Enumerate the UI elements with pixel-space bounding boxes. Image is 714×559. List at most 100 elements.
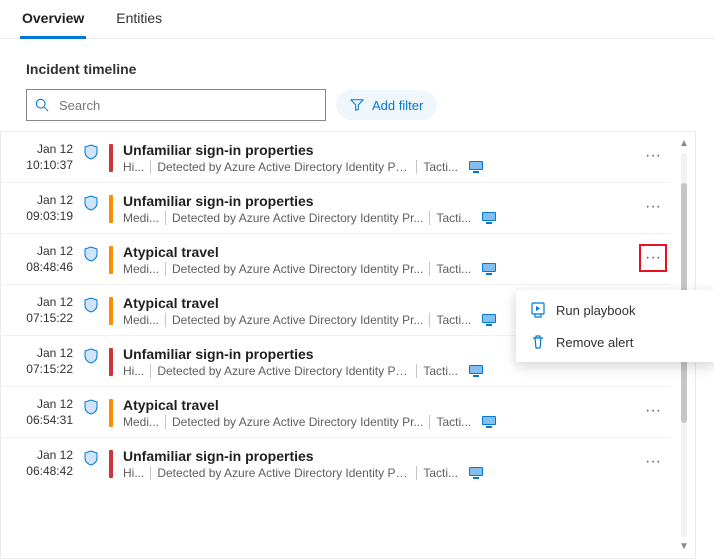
time-label: 08:48:46 [1, 260, 73, 276]
alert-content: Unfamiliar sign-in properties Hi... Detect… [123, 448, 639, 480]
tactics-label: Tacti... [416, 160, 458, 174]
alert-content: Atypical travel Medi... Detected by Azure … [123, 244, 639, 276]
tactics-label: Tacti... [416, 364, 458, 378]
timeline-row[interactable]: Jan 12 08:48:46 Atypical travel Medi... Dete… [1, 233, 671, 284]
tactics-label: Tacti... [429, 415, 471, 429]
tactics-label: Tacti... [416, 466, 458, 480]
add-filter-button[interactable]: Add filter [336, 90, 437, 120]
detected-by-label: Detected by Azure Active Directory Ident… [165, 415, 423, 429]
detected-by-label: Detected by Azure Active Directory Ident… [150, 364, 410, 378]
more-actions-icon[interactable]: ··· [639, 244, 667, 272]
scroll-down-icon[interactable]: ▼ [679, 541, 689, 552]
detected-by-label: Detected by Azure Active Directory Ident… [165, 313, 423, 327]
timestamp: Jan 12 10:10:37 [1, 142, 79, 173]
tactics-label: Tacti... [429, 211, 471, 225]
more-actions-icon[interactable]: ··· [639, 448, 667, 476]
alert-title[interactable]: Unfamiliar sign-in properties [123, 193, 639, 209]
shield-icon [79, 448, 103, 466]
time-label: 06:48:42 [1, 464, 73, 480]
severity-label: Hi... [123, 364, 144, 378]
alert-content: Unfamiliar sign-in properties Hi... Detect… [123, 142, 639, 174]
monitor-icon [477, 415, 497, 429]
filter-icon [350, 98, 364, 112]
alert-content: Atypical travel Medi... Detected by Azure … [123, 397, 639, 429]
severity-label: Medi... [123, 262, 159, 276]
detected-by-label: Detected by Azure Active Directory Ident… [165, 211, 423, 225]
timestamp: Jan 12 08:48:46 [1, 244, 79, 275]
detected-by-label: Detected by Azure Active Directory Ident… [150, 160, 410, 174]
monitor-icon [477, 313, 497, 327]
monitor-icon [477, 262, 497, 276]
monitor-icon [464, 466, 484, 480]
search-box[interactable] [26, 89, 326, 121]
date-label: Jan 12 [37, 295, 73, 309]
date-label: Jan 12 [37, 244, 73, 258]
search-input[interactable] [57, 97, 317, 114]
date-label: Jan 12 [37, 346, 73, 360]
timestamp: Jan 12 06:54:31 [1, 397, 79, 428]
more-actions-icon[interactable]: ··· [639, 142, 667, 170]
severity-label: Hi... [123, 466, 144, 480]
alert-title[interactable]: Atypical travel [123, 244, 639, 260]
alert-title[interactable]: Unfamiliar sign-in properties [123, 142, 639, 158]
alert-context-menu: Run playbook Remove alert [516, 290, 714, 362]
time-label: 10:10:37 [1, 158, 73, 174]
severity-bar [109, 297, 113, 325]
remove-alert-label: Remove alert [556, 335, 633, 350]
tactics-label: Tacti... [429, 262, 471, 276]
detected-by-label: Detected by Azure Active Directory Ident… [165, 262, 423, 276]
remove-alert-item[interactable]: Remove alert [516, 326, 714, 358]
page-title: Incident timeline [0, 39, 714, 89]
alert-title[interactable]: Unfamiliar sign-in properties [123, 448, 639, 464]
date-label: Jan 12 [37, 142, 73, 156]
severity-bar [109, 195, 113, 223]
tab-overview[interactable]: Overview [20, 10, 86, 39]
run-playbook-item[interactable]: Run playbook [516, 294, 714, 326]
shield-icon [79, 346, 103, 364]
timestamp: Jan 12 07:15:22 [1, 346, 79, 377]
shield-icon [79, 295, 103, 313]
shield-icon [79, 397, 103, 415]
alert-title[interactable]: Atypical travel [123, 397, 639, 413]
severity-bar [109, 246, 113, 274]
timeline-row[interactable]: Jan 1209:03:19 Unfamiliar sign-in propert… [1, 182, 671, 233]
add-filter-label: Add filter [372, 98, 423, 113]
alert-content: Unfamiliar sign-in properties Medi... Dete… [123, 193, 639, 225]
monitor-icon [477, 211, 497, 225]
more-actions-icon[interactable]: ··· [639, 193, 667, 221]
playbook-icon [530, 302, 546, 318]
timeline-row[interactable]: Jan 12 10:10:37 Unfamiliar sign-in propert… [1, 132, 671, 182]
tab-bar: Overview Entities [0, 0, 714, 39]
severity-label: Medi... [123, 313, 159, 327]
timestamp: Jan 1209:03:19 [1, 193, 79, 224]
tactics-label: Tacti... [429, 313, 471, 327]
more-actions-icon[interactable]: ··· [639, 397, 667, 425]
timestamp: Jan 12 06:48:42 [1, 448, 79, 479]
severity-bar [109, 399, 113, 427]
severity-bar [109, 348, 113, 376]
timestamp: Jan 12 07:15:22 [1, 295, 79, 326]
monitor-icon [464, 160, 484, 174]
monitor-icon [464, 364, 484, 378]
time-label: 06:54:31 [1, 413, 73, 429]
time-label: 07:15:22 [1, 362, 73, 378]
date-label: Jan 12 [37, 193, 73, 207]
date-label: Jan 12 [37, 448, 73, 462]
scroll-up-icon[interactable]: ▲ [679, 138, 689, 149]
timeline-row[interactable]: Jan 12 06:54:31 Atypical travel Medi... Dete… [1, 386, 671, 437]
tab-entities[interactable]: Entities [114, 10, 164, 39]
run-playbook-label: Run playbook [556, 303, 636, 318]
severity-label: Hi... [123, 160, 144, 174]
date-label: Jan 12 [37, 397, 73, 411]
time-label: 07:15:22 [1, 311, 73, 327]
shield-icon [79, 244, 103, 262]
search-icon [35, 98, 49, 112]
severity-label: Medi... [123, 415, 159, 429]
shield-icon [79, 193, 103, 211]
detected-by-label: Detected by Azure Active Directory Ident… [150, 466, 410, 480]
shield-icon [79, 142, 103, 160]
severity-bar [109, 144, 113, 172]
severity-label: Medi... [123, 211, 159, 225]
severity-bar [109, 450, 113, 478]
timeline-row[interactable]: Jan 12 06:48:42 Unfamiliar sign-in propert… [1, 437, 671, 488]
